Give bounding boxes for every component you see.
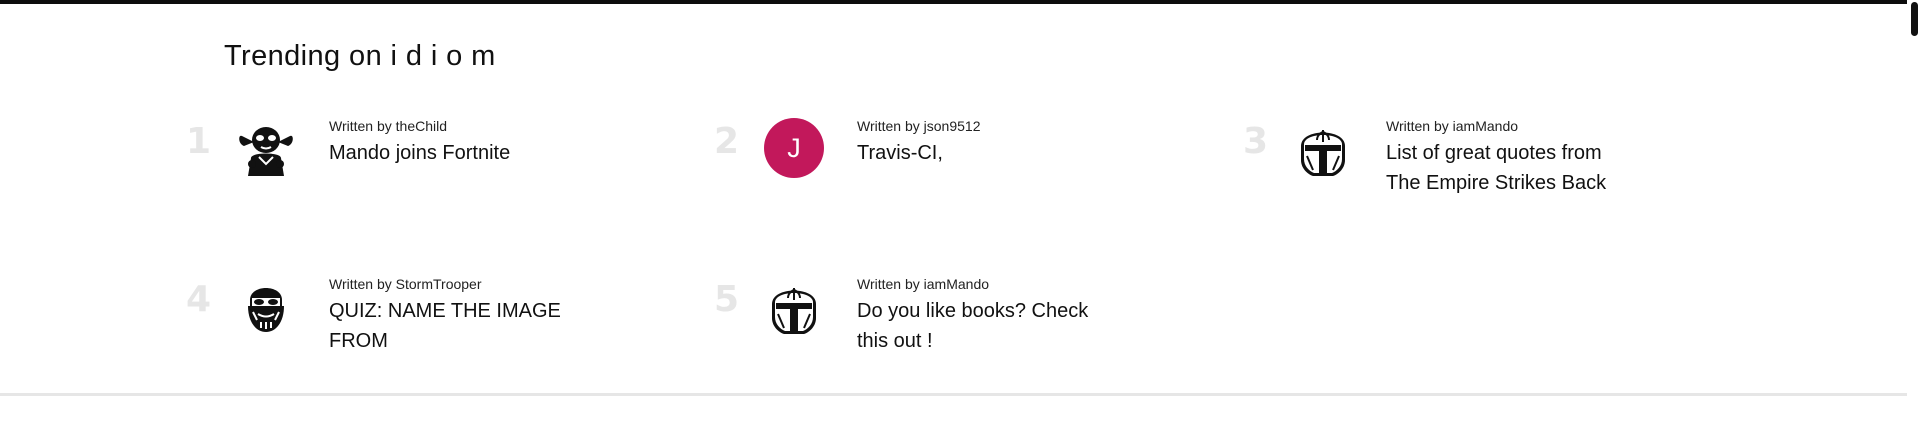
author-meta: Written by iamMando (1386, 118, 1518, 134)
trending-section: Trending on i d i o m 1 Written by theCh… (0, 0, 1907, 419)
author-link[interactable]: iamMando (924, 276, 989, 292)
author-link[interactable]: StormTrooper (396, 276, 482, 292)
author-meta: Written by StormTrooper (329, 276, 482, 292)
page-scrollbar[interactable] (1907, 0, 1920, 419)
trending-item-5: 5 Written by iamMando Do you like books?… (714, 276, 1154, 422)
article-title-link[interactable]: Do you like books? Check this out ! (857, 296, 1112, 356)
article-title-link[interactable]: List of great quotes from The Empire Str… (1386, 138, 1641, 198)
trending-item-4: 4 Written by StormTrooper QUIZ: NAME THE… (186, 276, 626, 422)
rank-number: 5 (714, 279, 740, 320)
written-by-label: Written by (329, 118, 392, 134)
mandalorian-helmet-icon[interactable] (764, 276, 824, 336)
article-title-link[interactable]: Travis-CI, (857, 138, 1112, 168)
rank-number: 1 (186, 121, 212, 162)
rank-number: 3 (1243, 121, 1269, 162)
written-by-label: Written by (329, 276, 392, 292)
rank-number: 2 (714, 121, 740, 162)
written-by-label: Written by (1386, 118, 1449, 134)
author-link[interactable]: theChild (396, 118, 447, 134)
stormtrooper-helmet-icon[interactable] (236, 276, 296, 336)
letter-avatar[interactable]: J (764, 118, 824, 178)
author-meta: Written by json9512 (857, 118, 980, 134)
trending-item-3: 3 Written by iamMando List of great quot… (1243, 118, 1683, 264)
author-link[interactable]: iamMando (1453, 118, 1518, 134)
avatar-letter: J (764, 118, 824, 178)
article-title-link[interactable]: Mando joins Fortnite (329, 138, 584, 168)
written-by-label: Written by (857, 276, 920, 292)
mandalorian-helmet-icon[interactable] (1293, 118, 1353, 178)
scrollbar-thumb[interactable] (1911, 2, 1918, 36)
section-title: Trending on i d i o m (224, 40, 496, 72)
section-divider (0, 393, 1907, 396)
author-link[interactable]: json9512 (924, 118, 981, 134)
rank-number: 4 (186, 279, 212, 320)
author-meta: Written by theChild (329, 118, 447, 134)
baby-yoda-icon[interactable] (236, 118, 296, 178)
author-meta: Written by iamMando (857, 276, 989, 292)
written-by-label: Written by (857, 118, 920, 134)
trending-item-1: 1 Written by theChild Mando joins Fortni… (186, 118, 626, 264)
article-title-link[interactable]: QUIZ: NAME THE IMAGE FROM (329, 296, 584, 356)
trending-item-2: 2 J Written by json9512 Travis-CI, (714, 118, 1154, 264)
